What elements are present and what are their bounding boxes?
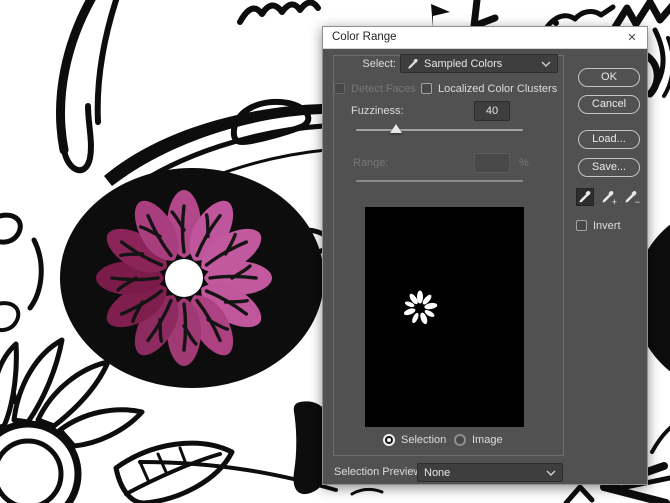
range-slider-track	[356, 180, 523, 182]
invert-checkbox[interactable]	[576, 220, 587, 231]
plus-glyph: +	[611, 197, 617, 207]
radio-image-label: Image	[472, 434, 503, 446]
flower-center	[165, 259, 203, 297]
photoshop-workspace: Color Range ✕ Select: Sampled Colors Det…	[0, 0, 670, 503]
close-icon[interactable]: ✕	[623, 29, 641, 47]
selection-preview-label: Selection Preview:	[334, 466, 425, 478]
ok-button[interactable]: OK	[578, 68, 640, 87]
radio-image[interactable]	[454, 434, 466, 446]
fuzziness-label: Fuzziness:	[351, 105, 404, 117]
dialog-titlebar[interactable]: Color Range ✕	[323, 27, 647, 49]
select-value: Sampled Colors	[424, 57, 503, 70]
minus-glyph: −	[634, 197, 640, 207]
cancel-button[interactable]: Cancel	[578, 95, 640, 114]
detect-faces-label: Detect Faces	[351, 83, 416, 95]
invert-label: Invert	[593, 220, 621, 232]
eyedropper-add-tool[interactable]: +	[599, 188, 617, 207]
select-label: Select:	[362, 58, 396, 70]
range-unit: %	[519, 157, 529, 169]
eye-flower	[60, 168, 324, 388]
load-button[interactable]: Load...	[578, 130, 640, 149]
radio-selection[interactable]	[383, 434, 395, 446]
selection-preview-value: None	[424, 466, 451, 479]
localized-clusters-checkbox[interactable]	[421, 83, 432, 94]
select-dropdown[interactable]: Sampled Colors	[400, 54, 558, 73]
color-range-dialog: Color Range ✕ Select: Sampled Colors Det…	[322, 26, 648, 485]
selected-area-mark	[403, 290, 438, 325]
selection-preview-dropdown[interactable]: None	[417, 463, 563, 482]
chevron-down-icon	[546, 470, 556, 476]
chevron-down-icon	[541, 61, 551, 67]
radio-selection-label: Selection	[401, 434, 447, 446]
fuzziness-slider-track[interactable]	[356, 129, 523, 131]
selection-preview-thumbnail[interactable]	[365, 207, 524, 427]
eyedropper-tool[interactable]	[576, 188, 594, 206]
range-input	[474, 153, 510, 173]
detect-faces-checkbox	[334, 83, 345, 94]
eyedropper-icon	[579, 191, 591, 203]
range-label: Range:	[353, 157, 389, 169]
eyedropper-subtract-tool[interactable]: −	[622, 188, 640, 207]
fuzziness-slider-thumb[interactable]	[390, 124, 402, 133]
dialog-title: Color Range	[332, 31, 397, 43]
fuzziness-input[interactable]: 40	[474, 101, 510, 121]
localized-clusters-label: Localized Color Clusters	[438, 83, 558, 95]
eyedropper-icon	[408, 58, 418, 69]
save-button[interactable]: Save...	[578, 158, 640, 177]
